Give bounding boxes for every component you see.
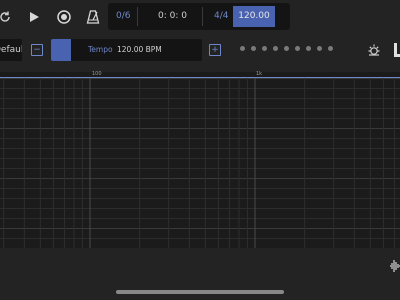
- home-indicator[interactable]: [116, 290, 284, 294]
- minus-icon: −: [33, 44, 41, 55]
- preset-selector[interactable]: Default: [0, 39, 22, 61]
- metronome-icon[interactable]: [84, 8, 102, 26]
- page-dot[interactable]: [251, 46, 256, 51]
- tempo-value: 120.00 BPM: [117, 45, 162, 54]
- tempo-slider-fill: [51, 39, 71, 61]
- record-icon[interactable]: [55, 8, 73, 26]
- plus-icon: +: [211, 44, 219, 55]
- secondary-toolbar: Default − Tempo 120.00 BPM +: [0, 36, 400, 64]
- top-toolbar: 0/6 0: 0: 0 4/4 120.00: [0, 0, 400, 34]
- page-dot[interactable]: [262, 46, 267, 51]
- page-dot[interactable]: [240, 46, 245, 51]
- tempo-label: Tempo: [88, 45, 113, 54]
- divider: [137, 7, 138, 26]
- waveform-icon[interactable]: [389, 258, 400, 277]
- grid-lines: [0, 78, 400, 248]
- minus-button[interactable]: −: [31, 44, 43, 56]
- position-readout[interactable]: 0: 0: 0: [158, 3, 187, 30]
- page-dot[interactable]: [328, 46, 333, 51]
- brightness-icon[interactable]: [365, 41, 383, 59]
- tempo-slider[interactable]: Tempo 120.00 BPM: [51, 39, 202, 61]
- plus-button[interactable]: +: [209, 44, 221, 56]
- editor-grid[interactable]: [0, 78, 400, 248]
- preset-label: Default: [0, 45, 22, 55]
- track-count[interactable]: 0/6: [116, 3, 130, 30]
- tempo-readout[interactable]: 120.00: [233, 6, 275, 27]
- page-dot[interactable]: [295, 46, 300, 51]
- page-indicator[interactable]: [240, 46, 333, 52]
- play-icon[interactable]: [25, 8, 43, 26]
- divider: [202, 7, 203, 26]
- page-dot[interactable]: [284, 46, 289, 51]
- loop-icon[interactable]: [0, 8, 14, 26]
- page-dot[interactable]: [306, 46, 311, 51]
- page-dot[interactable]: [317, 46, 322, 51]
- time-signature[interactable]: 4/4: [214, 3, 228, 30]
- transport-display: 0/6 0: 0: 0 4/4 120.00: [108, 3, 290, 30]
- edge-button-icon[interactable]: [394, 43, 400, 57]
- page-dot[interactable]: [273, 46, 278, 51]
